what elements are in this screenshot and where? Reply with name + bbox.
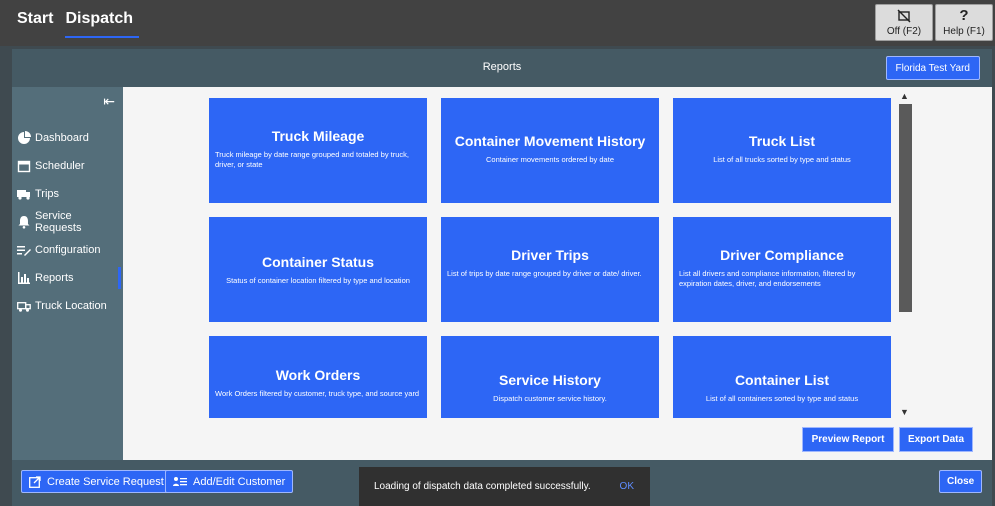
report-tile-work-orders[interactable]: Work Orders Work Orders filtered by cust…	[209, 336, 427, 418]
tile-description: Work Orders filtered by customer, truck …	[215, 389, 420, 398]
help-button[interactable]: ? Help (F1)	[935, 4, 993, 41]
add-edit-customer-label: Add/Edit Customer	[193, 475, 286, 488]
tile-description: List of all trucks sorted by type and st…	[713, 155, 851, 164]
notification-off-icon	[897, 9, 911, 22]
report-tile-service-history[interactable]: Service History Dispatch customer servic…	[441, 336, 659, 418]
tile-description: Container movements ordered by date	[486, 155, 614, 164]
sidebar-item-label: Truck Location	[35, 300, 107, 312]
list-edit-icon	[17, 246, 31, 256]
collapse-sidebar-icon[interactable]: ⇤	[103, 93, 115, 110]
close-button[interactable]: Close	[939, 470, 983, 493]
tile-title: Container Status	[261, 254, 374, 270]
toast-message: Loading of dispatch data completed succe…	[374, 481, 591, 492]
pie-chart-icon	[18, 131, 31, 144]
sidebar-item-label: Configuration	[35, 244, 101, 256]
sidebar-item-service-requests[interactable]: Service Requests	[17, 210, 121, 234]
page-title: Reports	[482, 61, 522, 73]
report-tile-container-status[interactable]: Container Status Status of container loc…	[209, 217, 427, 322]
off-button[interactable]: Off (F2)	[875, 4, 933, 41]
tile-title: Service History	[499, 372, 601, 388]
sidebar-item-truck-location[interactable]: Truck Location	[17, 295, 121, 317]
nav-dispatch[interactable]: Dispatch	[65, 10, 140, 38]
report-tile-truck-list[interactable]: Truck List List of all trucks sorted by …	[673, 98, 891, 203]
bar-chart-icon	[18, 272, 30, 284]
export-data-button[interactable]: Export Data	[899, 427, 973, 452]
tiles-scrollbar[interactable]: ▲ ▼	[898, 89, 913, 419]
help-label: Help (F1)	[943, 25, 985, 37]
sidebar-item-reports[interactable]: Reports	[17, 267, 121, 289]
tile-title: Container List	[734, 372, 830, 388]
bell-icon	[18, 216, 30, 229]
sidebar-item-configuration[interactable]: Configuration	[17, 239, 121, 261]
create-service-request-label: Create Service Request	[47, 475, 164, 488]
open-in-new-icon	[29, 475, 41, 488]
sidebar-item-dashboard[interactable]: Dashboard	[17, 127, 121, 149]
tile-description: Status of container location filtered by…	[226, 276, 410, 285]
tile-title: Truck Mileage	[271, 128, 365, 144]
report-tile-container-movement-history[interactable]: Container Movement History Container mov…	[441, 98, 659, 203]
top-bar: Start Dispatch Off (F2) ? Help (F1)	[0, 0, 995, 46]
tile-title: Truck List	[748, 133, 816, 149]
sidebar-item-label: Reports	[35, 272, 74, 284]
yard-button[interactable]: Florida Test Yard	[885, 56, 980, 80]
sidebar: ⇤ Dashboard Scheduler Trips Service Requ…	[12, 87, 123, 460]
preview-report-button[interactable]: Preview Report	[802, 427, 894, 452]
sidebar-item-trips[interactable]: Trips	[17, 183, 121, 205]
tile-description: List of all containers sorted by type an…	[705, 394, 859, 403]
person-list-icon	[173, 476, 187, 486]
reports-header: Reports Florida Test Yard	[12, 49, 992, 87]
add-edit-customer-button[interactable]: Add/Edit Customer	[165, 470, 294, 493]
report-tile-truck-mileage[interactable]: Truck Mileage Truck mileage by date rang…	[209, 98, 427, 203]
tile-title: Container Movement History	[454, 133, 646, 149]
tile-description: Dispatch customer service history.	[493, 394, 607, 403]
top-nav: Start Dispatch	[17, 10, 140, 38]
toast-notification: Loading of dispatch data completed succe…	[359, 467, 650, 506]
tile-title: Work Orders	[275, 367, 361, 383]
sidebar-item-label: Scheduler	[35, 160, 85, 172]
help-icon: ?	[959, 6, 969, 24]
report-tile-driver-compliance[interactable]: Driver Compliance List all drivers and c…	[673, 217, 891, 322]
tile-description: Truck mileage by date range grouped and …	[215, 150, 410, 169]
sidebar-item-label: Trips	[35, 188, 60, 200]
tile-description: List of trips by date range grouped by d…	[447, 269, 642, 278]
sidebar-item-scheduler[interactable]: Scheduler	[17, 155, 121, 177]
report-tile-container-list[interactable]: Container List List of all containers so…	[673, 336, 891, 418]
truck-icon	[17, 190, 30, 200]
tile-description: List all drivers and compliance informat…	[679, 269, 856, 288]
sidebar-item-label: Service Requests	[34, 210, 82, 234]
report-tile-driver-trips[interactable]: Driver Trips List of trips by date range…	[441, 217, 659, 322]
tile-title: Driver Compliance	[720, 247, 844, 263]
tile-title: Driver Trips	[511, 247, 589, 263]
sidebar-item-label: Dashboard	[35, 132, 89, 144]
truck-location-icon	[17, 302, 31, 312]
scroll-up-icon[interactable]: ▲	[900, 91, 909, 101]
nav-start[interactable]: Start	[17, 10, 53, 38]
calendar-icon	[17, 160, 31, 173]
create-service-request-button[interactable]: Create Service Request	[21, 470, 172, 493]
off-label: Off (F2)	[886, 25, 922, 37]
scrollbar-thumb[interactable]	[899, 104, 912, 312]
scroll-down-icon[interactable]: ▼	[900, 407, 909, 417]
toast-ok-button[interactable]: OK	[620, 481, 634, 492]
